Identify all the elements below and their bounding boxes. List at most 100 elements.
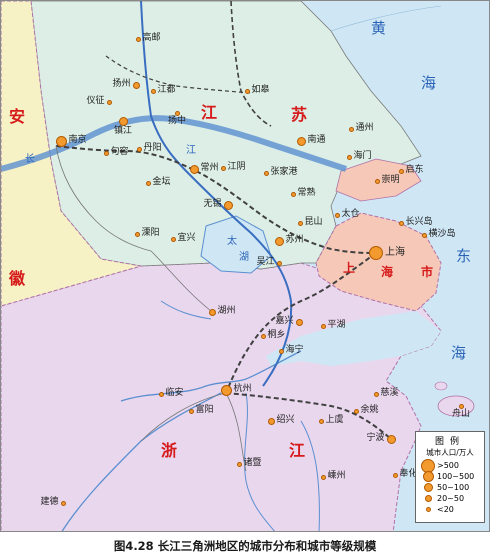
city-label: 江阴 (227, 162, 246, 172)
city-marker (296, 136, 306, 146)
city-label: 南京 (68, 135, 87, 145)
city-marker (220, 165, 226, 171)
city-label: 溧阳 (141, 228, 160, 238)
city-marker (392, 472, 398, 478)
city-marker (208, 308, 216, 316)
city-label: 桐乡 (267, 330, 286, 340)
city-label: 杭州 (233, 384, 252, 394)
city-label: 通州 (355, 123, 374, 133)
city-label: 常州 (200, 163, 219, 173)
city-marker (278, 348, 284, 354)
sea-label-huang: 黄 (371, 19, 387, 37)
city-label: 仪征 (86, 96, 105, 106)
legend-swatch (425, 507, 431, 512)
legend: 图例 城市人口/万人 >500 100~500 50~100 20~50 <20 (415, 431, 485, 523)
city-label: 湖州 (217, 306, 236, 316)
city-label: 苏州 (285, 235, 304, 245)
city-label: 扬州 (112, 79, 131, 89)
city-label: 昆山 (304, 217, 323, 227)
legend-label: 20~50 (437, 494, 465, 503)
city-marker (398, 220, 404, 226)
city-label: 横沙岛 (428, 229, 456, 239)
city-label: 平湖 (327, 320, 346, 330)
legend-unit: 城市人口/万人 (426, 448, 474, 457)
city-marker (106, 99, 112, 105)
city-marker (421, 232, 427, 238)
city-marker (223, 200, 233, 210)
city-marker (103, 150, 109, 156)
city-marker (290, 191, 296, 197)
city-label: 无锡 (203, 199, 222, 209)
city-marker (386, 434, 396, 444)
city-label: 余姚 (360, 405, 379, 415)
legend-item: 20~50 (419, 493, 481, 504)
city-marker (118, 116, 128, 126)
city-marker (60, 500, 66, 506)
legend-swatch (423, 483, 433, 492)
city-label: 高邮 (142, 33, 161, 43)
city-marker (320, 323, 326, 329)
city-label: 金坛 (152, 177, 171, 187)
city-marker (260, 333, 266, 339)
city-marker (55, 135, 67, 147)
sea-label-hai2: 海 (451, 344, 467, 362)
legend-title: 图例 (434, 437, 465, 447)
shanghai-label-3: 市 (421, 265, 434, 279)
city-label: 镇江 (114, 125, 133, 136)
city-marker (174, 110, 180, 116)
legend-item: >500 (419, 458, 481, 473)
city-marker (134, 231, 140, 237)
legend-swatch (422, 471, 434, 482)
city-label: 常熟 (297, 188, 316, 198)
sea-label-dong: 东 (456, 247, 472, 265)
map-canvas: 安 徽 江 苏 浙 江 上 海 市 黄 海 东 海 长 江 太 湖 高邮 扬州 江都… (0, 0, 490, 532)
jiangsu-label-1: 江 (201, 103, 218, 122)
city-label: 海宁 (285, 345, 304, 355)
city-marker (145, 180, 151, 186)
river-label-jiang: 江 (186, 145, 196, 156)
city-marker (132, 81, 140, 89)
city-marker (369, 246, 383, 260)
anhui-label: 安 (9, 107, 26, 126)
city-marker (458, 403, 464, 409)
zhejiang-label-2: 江 (289, 441, 306, 460)
zhejiang-province (1, 262, 442, 531)
city-marker (348, 126, 354, 132)
city-label: 上海 (385, 247, 405, 258)
city-label: 江都 (157, 85, 176, 95)
lake-label-tai: 太 (227, 236, 237, 247)
city-marker (373, 391, 379, 397)
city-label: 绍兴 (276, 415, 295, 425)
legend-label: >500 (437, 461, 459, 470)
city-label: 太仓 (341, 209, 360, 219)
city-marker (158, 391, 164, 397)
city-marker (220, 384, 232, 396)
city-label: 长兴岛 (405, 217, 433, 227)
sea-label-hai1: 海 (421, 74, 437, 92)
city-label: 嵊州 (327, 471, 346, 481)
jiangsu-label-2: 苏 (291, 105, 308, 124)
city-label: 建德 (40, 497, 59, 507)
legend-item: 100~500 (419, 471, 481, 482)
city-label: 临安 (165, 388, 184, 398)
city-marker (267, 417, 275, 425)
city-marker (318, 418, 324, 424)
legend-label: 100~500 (437, 472, 475, 481)
city-marker (150, 88, 156, 94)
city-label: 崇明 (381, 175, 400, 185)
city-label: 嘉兴 (275, 316, 294, 326)
legend-items: >500 100~500 50~100 20~50 <20 (419, 458, 481, 515)
city-label: 富阳 (195, 405, 214, 415)
city-label: 海门 (353, 151, 372, 161)
river-label-chang: 长 (25, 154, 35, 165)
city-marker (374, 178, 380, 184)
city-marker (170, 236, 176, 242)
legend-label: 50~100 (437, 483, 470, 492)
shanghai-label-1: 上 (343, 261, 356, 275)
city-marker (353, 408, 359, 414)
city-label: 诸暨 (243, 458, 262, 468)
legend-item: <20 (419, 504, 481, 515)
city-label: 句容 (110, 147, 129, 157)
city-marker (263, 170, 269, 176)
city-marker (189, 164, 199, 174)
